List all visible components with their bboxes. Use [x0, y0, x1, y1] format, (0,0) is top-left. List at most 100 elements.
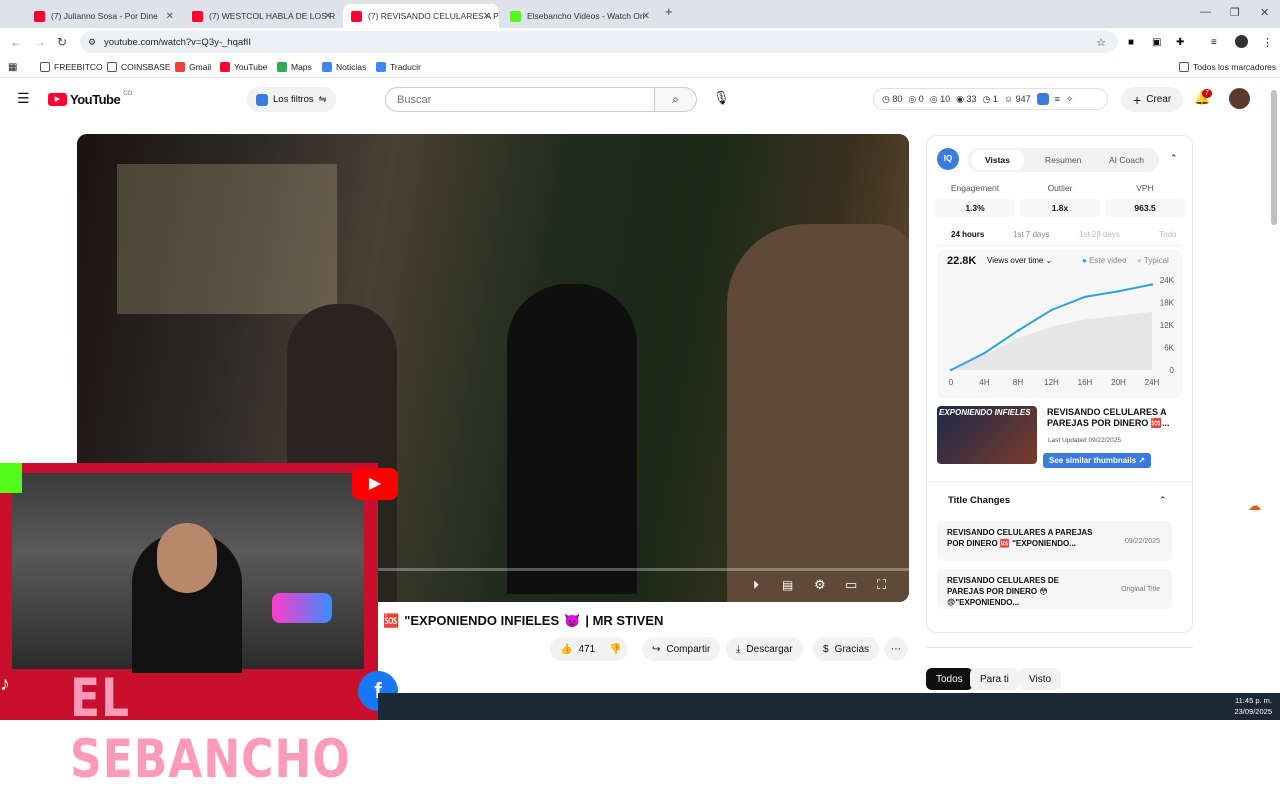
settings-gear-icon[interactable]: ⚙	[814, 577, 826, 593]
back-icon[interactable]: ←	[10, 35, 22, 49]
bookmark-item[interactable]: Noticias	[322, 62, 366, 72]
minimize-button[interactable]: —	[1200, 6, 1211, 18]
range-7d[interactable]: 1st 7 days	[1013, 230, 1049, 239]
range-all[interactable]: Todo	[1159, 230, 1176, 239]
restore-button[interactable]: ❐	[1230, 6, 1240, 19]
tools-icon[interactable]: ✧	[1066, 94, 1074, 105]
x-tick-label: 16H	[1078, 378, 1093, 387]
close-icon[interactable]: ✕	[483, 11, 491, 22]
title-change-text: REVISANDO CELULARES A PAREJAS POR DINERO…	[947, 528, 1093, 548]
all-bookmarks[interactable]: Todos los marcadores	[1179, 62, 1276, 72]
account-avatar[interactable]	[1229, 88, 1250, 109]
tab-2[interactable]: (7) WESTCOL HABLA DE LOS R ✕	[184, 4, 340, 28]
bookmark-star-icon[interactable]: ☆	[1096, 36, 1106, 49]
more-actions-button[interactable]: ⋯	[884, 637, 908, 661]
subtitles-icon[interactable]: ▤	[782, 578, 793, 592]
video-person	[727, 224, 909, 602]
x-tick-label: 8H	[1013, 378, 1023, 387]
folder-icon	[1179, 62, 1189, 72]
legend-this: ● Este video	[1082, 256, 1127, 265]
site-info-icon[interactable]: ⚙	[88, 37, 96, 48]
chip-for-you[interactable]: Para ti	[970, 668, 1019, 690]
thanks-button[interactable]: $ Gracias	[813, 637, 880, 661]
bookmark-item[interactable]: Gmail	[175, 62, 211, 72]
share-button[interactable]: ↪ Compartir	[642, 637, 721, 661]
create-label: Crear	[1146, 94, 1172, 105]
chip-watched[interactable]: Visto	[1019, 668, 1062, 690]
tab-title: (7) REVISANDO CELULARES A P	[368, 11, 499, 21]
youtube-favicon-icon	[192, 10, 203, 22]
page-scrollbar[interactable]	[1271, 90, 1277, 225]
title-changes-header: Title Changes	[948, 495, 1011, 506]
tab-vistas[interactable]: Vistas	[971, 150, 1024, 170]
url-bar[interactable]: ⚙ youtube.com/watch?v=Q3y-_hqafII ☆	[80, 31, 1118, 53]
tab-resumen[interactable]: Resumen	[1031, 150, 1095, 170]
download-button[interactable]: ⤓ Descargar	[726, 637, 803, 661]
kick-favicon-icon	[510, 10, 521, 22]
collapse-chevron-icon[interactable]: ⌃	[1170, 153, 1178, 164]
more-icon: ⋯	[891, 643, 901, 655]
bookmark-item[interactable]: YouTube	[220, 62, 267, 72]
tab-1[interactable]: (7) Julianno Sosa - Por Dine ✕	[26, 4, 182, 28]
similar-thumbnails-button[interactable]: See similar thumbnails ↗	[1043, 453, 1152, 468]
autoplay-toggle-icon[interactable]: ⏵	[753, 578, 759, 593]
vidiq-stats-bar[interactable]: ◷ 80 ◎ 0 ◎ 10 ◉ 33 ◷ 1 ☺ 947 ≡ ✧	[873, 88, 1108, 110]
bookmark-item[interactable]: Traducir	[376, 62, 421, 72]
bookmark-item[interactable]: COINSBASE	[107, 62, 171, 72]
metric-label: VPH	[1136, 183, 1154, 193]
fullscreen-icon[interactable]: ⛶	[877, 577, 886, 593]
chip-all[interactable]: Todos	[926, 668, 973, 690]
range-28d[interactable]: 1st 28 days	[1079, 230, 1120, 239]
tab-4[interactable]: Elsebancho Videos - Watch On ✕	[502, 4, 658, 28]
extensions-puzzle-icon[interactable]: ✚	[1176, 37, 1184, 48]
close-icon[interactable]: ✕	[324, 11, 332, 22]
new-tab-button[interactable]: +	[665, 4, 673, 19]
hamburger-menu-icon[interactable]: ☰	[17, 90, 30, 107]
devil-emoji-icon: 👿	[564, 613, 581, 628]
play-logo-icon: ▶	[48, 93, 67, 106]
search-button[interactable]: ⌕	[655, 87, 697, 112]
search-input[interactable]: Buscar	[385, 87, 655, 112]
system-clock[interactable]: 11:45 p. m. 23/09/2025	[1234, 695, 1272, 717]
close-icon[interactable]: ✕	[642, 11, 650, 22]
bookmark-item[interactable]: FREEBITCO	[40, 62, 103, 72]
collapse-chevron-icon[interactable]: ⌃	[1159, 495, 1167, 506]
create-button[interactable]: + Crear	[1121, 87, 1184, 112]
youtube-logo[interactable]: ▶ YouTube CO	[48, 91, 132, 107]
extension-icon[interactable]: ▣	[1152, 37, 1161, 48]
logo-text: YouTube	[70, 92, 121, 107]
video-info: 🆘 "EXPONIENDO INFIELES 👿 | MR STIVEN 👍 47…	[378, 605, 918, 695]
extension-icon[interactable]: ■	[1128, 37, 1134, 48]
menu-icon[interactable]: ⋮	[1262, 36, 1273, 49]
close-icon[interactable]: ✕	[166, 11, 174, 22]
bookmark-item[interactable]: Maps	[277, 62, 312, 72]
floating-helper-icon[interactable]: ☁	[1248, 498, 1261, 514]
list-icon[interactable]: ≡	[1055, 94, 1060, 104]
tab-ai-coach[interactable]: AI Coach	[1095, 150, 1158, 170]
tab-3[interactable]: (7) REVISANDO CELULARES A P ✕	[343, 4, 499, 28]
range-24h[interactable]: 24 hours	[951, 230, 984, 239]
profile-avatar[interactable]	[1235, 35, 1248, 48]
stat-item: ◎ 10	[929, 93, 951, 104]
reload-icon[interactable]: ↻	[57, 35, 67, 49]
like-button[interactable]: 👍 471 👎	[550, 637, 628, 661]
vidiq-icon[interactable]	[1036, 93, 1049, 105]
media-icon[interactable]: ≡	[1211, 37, 1217, 48]
views-chart-card: 22.8K Views over time ⌄ ● Este video ● T…	[937, 250, 1182, 398]
data-point	[1150, 283, 1154, 286]
close-window-button[interactable]: ✕	[1260, 6, 1269, 19]
filters-button[interactable]: Los filtros ⇋	[247, 87, 336, 112]
bookmark-label: Traducir	[390, 62, 421, 72]
microphone-icon[interactable]: 🎙	[713, 90, 730, 106]
video-thumbnail[interactable]: EXPONIENDO INFIELES	[937, 406, 1037, 464]
chevron-down-icon: ⌄	[1045, 256, 1053, 265]
stat-item: ◉ 33	[956, 93, 977, 104]
thumbs-down-icon[interactable]: 👎	[609, 644, 621, 655]
title-change-item: REVISANDO CELULARES A PAREJAS POR DINERO…	[937, 521, 1172, 561]
title-change-text: REVISANDO CELULARES DE PAREJAS POR DINER…	[947, 576, 1060, 607]
theater-mode-icon[interactable]: ▭	[845, 577, 857, 593]
forward-icon[interactable]: →	[34, 35, 46, 49]
stat-item: ◎ 0	[908, 93, 924, 104]
views-dropdown[interactable]: Views over time ⌄	[987, 256, 1052, 265]
apps-grid-icon[interactable]: ▦	[8, 62, 17, 73]
